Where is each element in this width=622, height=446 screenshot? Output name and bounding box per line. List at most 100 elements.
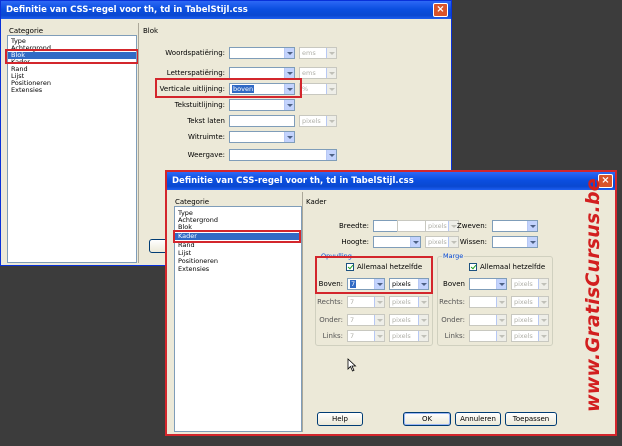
front-category-item-rand[interactable]: Rand — [175, 242, 301, 249]
wissen-select[interactable] — [492, 236, 538, 248]
marge-same-label: Allemaal hetzelfde — [480, 263, 546, 271]
marge-same-checkbox[interactable] — [469, 263, 477, 271]
marge-links-input — [469, 330, 507, 342]
marge-boven-unit[interactable]: pixels — [511, 278, 549, 290]
chevron-down-icon — [326, 84, 336, 94]
tekstuitlijning-select[interactable] — [229, 99, 295, 111]
chevron-down-icon — [374, 315, 384, 325]
back-close-icon[interactable]: × — [433, 3, 448, 17]
back-category-item-extensies[interactable]: Extensies — [8, 87, 136, 94]
chevron-down-icon — [374, 297, 384, 307]
back-blok-highlight — [5, 49, 139, 64]
weergave-select[interactable] — [229, 149, 337, 161]
marge-links-unit: pixels — [511, 330, 549, 342]
marge-rechts-input — [469, 296, 507, 308]
chevron-down-icon — [410, 237, 420, 247]
marge-onder-unit: pixels — [511, 314, 549, 326]
chevron-down-icon — [418, 297, 428, 307]
opvulling-links-unit: pixels — [389, 330, 429, 342]
chevron-down-icon — [326, 150, 336, 160]
chevron-down-icon — [326, 48, 336, 58]
front-panel-divider — [302, 192, 303, 432]
chevron-down-icon — [496, 279, 506, 289]
marge-rechts-unit: pixels — [511, 296, 549, 308]
chevron-down-icon — [284, 132, 294, 142]
chevron-down-icon — [527, 221, 537, 231]
zweven-label: Zweven: — [456, 222, 487, 230]
chevron-down-icon — [496, 331, 506, 341]
marge-onder-input — [469, 314, 507, 326]
chevron-down-icon — [374, 331, 384, 341]
opvulling-highlight — [315, 256, 433, 294]
toepassen-button[interactable]: Toepassen — [505, 412, 557, 426]
chevron-down-icon — [496, 297, 506, 307]
watermark: www.GratisCursus.be — [582, 178, 604, 412]
front-dialog: Definitie van CSS-regel voor th, td in T… — [165, 170, 617, 436]
front-section-title: Kader — [306, 198, 327, 206]
wissen-label: Wissen: — [459, 238, 487, 246]
front-dialog-titlebar[interactable]: Definitie van CSS-regel voor th, td in T… — [167, 172, 615, 190]
woordspatiering-select[interactable] — [229, 47, 295, 59]
letterspatiering-unit[interactable]: ems — [299, 67, 337, 79]
chevron-down-icon — [284, 68, 294, 78]
chevron-down-icon — [538, 315, 548, 325]
chevron-down-icon — [284, 100, 294, 110]
tekst-laten-label: Tekst laten — [187, 117, 225, 125]
chevron-down-icon — [326, 68, 336, 78]
back-dialog-title: Definitie van CSS-regel voor th, td in T… — [6, 5, 248, 15]
opvulling-onder-unit: pixels — [389, 314, 429, 326]
verticale-uitlijning-unit[interactable]: % — [299, 83, 337, 95]
opvulling-onder-label: Onder: — [319, 316, 343, 324]
chevron-down-icon — [538, 279, 548, 289]
hoogte-label: Hoogte: — [341, 238, 369, 246]
back-dialog-titlebar[interactable]: Definitie van CSS-regel voor th, td in T… — [1, 1, 451, 19]
witruimte-select[interactable] — [229, 131, 295, 143]
tekst-laten-unit[interactable]: pixels — [299, 115, 337, 127]
ok-button[interactable]: OK — [403, 412, 451, 426]
witruimte-label: Witruimte: — [188, 133, 225, 141]
tekstuitlijning-label: Tekstuitlijning: — [174, 101, 225, 109]
woordspatiering-label: Woordspatiëring: — [165, 49, 225, 57]
chevron-down-icon — [496, 315, 506, 325]
marge-rechts-label: Rechts: — [439, 298, 465, 306]
chevron-down-icon — [284, 48, 294, 58]
opvulling-rechts-unit: pixels — [389, 296, 429, 308]
chevron-down-icon — [418, 315, 428, 325]
back-panel-divider — [138, 23, 139, 263]
annuleren-button[interactable]: Annuleren — [455, 412, 501, 426]
verticale-uitlijning-highlight — [155, 78, 302, 98]
opvulling-rechts-input: 7 — [347, 296, 385, 308]
opvulling-onder-input: 7 — [347, 314, 385, 326]
front-kader-highlight — [173, 230, 301, 243]
front-category-item-achtergrond[interactable]: Achtergrond — [175, 217, 301, 224]
zweven-select[interactable] — [492, 220, 538, 232]
chevron-down-icon — [527, 237, 537, 247]
chevron-down-icon — [538, 297, 548, 307]
tekst-laten-input[interactable] — [229, 115, 295, 127]
marge-title: Marge — [442, 252, 465, 260]
marge-onder-label: Onder: — [441, 316, 465, 324]
opvulling-links-input: 7 — [347, 330, 385, 342]
front-category-item-extensies[interactable]: Extensies — [175, 266, 301, 273]
back-section-title: Blok — [143, 27, 159, 35]
back-category-list[interactable]: Type Achtergrond Blok Kader Rand Lijst P… — [7, 35, 137, 263]
back-category-header: Categorie — [9, 27, 44, 35]
opvulling-rechts-label: Rechts: — [317, 298, 343, 306]
mouse-cursor-icon — [347, 358, 357, 372]
front-category-item-positioneren[interactable]: Positioneren — [175, 258, 301, 265]
marge-links-label: Links: — [444, 332, 465, 340]
back-category-item-rand[interactable]: Rand — [8, 66, 136, 73]
hoogte-select[interactable] — [373, 236, 421, 248]
opvulling-links-label: Links: — [322, 332, 343, 340]
front-category-item-lijst[interactable]: Lijst — [175, 250, 301, 257]
chevron-down-icon — [418, 331, 428, 341]
help-button[interactable]: Help — [317, 412, 363, 426]
woordspatiering-unit[interactable]: ems — [299, 47, 337, 59]
front-category-header: Categorie — [175, 198, 210, 206]
chevron-down-icon — [326, 116, 336, 126]
marge-boven-label: Boven — [443, 280, 465, 288]
marge-boven-input[interactable] — [469, 278, 507, 290]
front-dialog-title: Definitie van CSS-regel voor th, td in T… — [172, 176, 414, 186]
chevron-down-icon — [538, 331, 548, 341]
breedte-label: Breedte: — [339, 222, 369, 230]
